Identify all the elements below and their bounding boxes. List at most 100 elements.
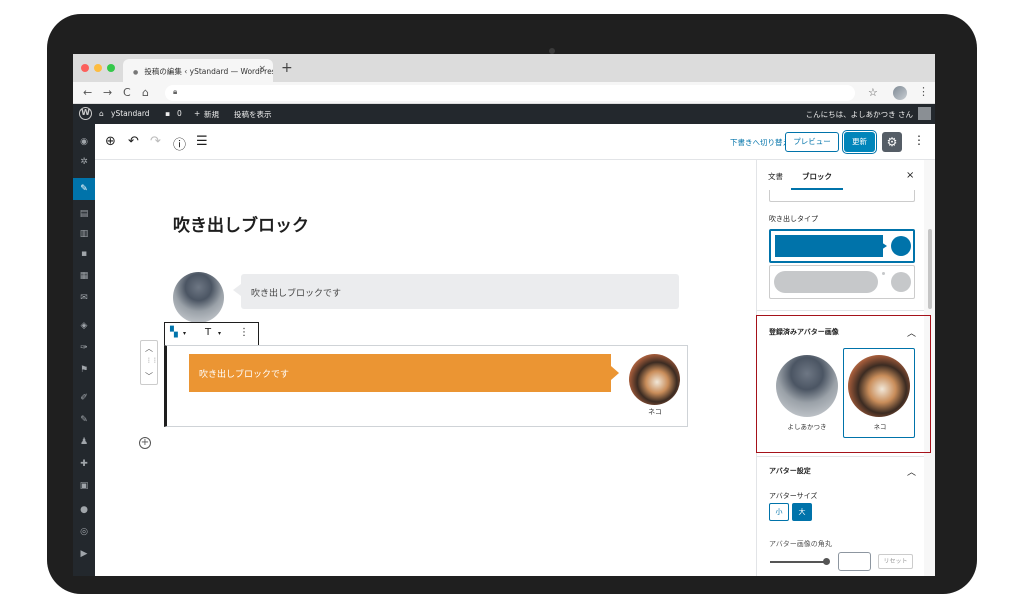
balloon-type-label: 吹き出しタイプ xyxy=(769,215,818,223)
new-tab-button[interactable]: + xyxy=(281,60,293,76)
avatar-yoshiakatsuki-image xyxy=(776,355,838,417)
avatar-name-yoshiakatsuki: よしあかつき xyxy=(787,423,827,431)
close-window-button[interactable] xyxy=(81,64,89,72)
home-icon[interactable]: ⌂ xyxy=(142,86,149,99)
comments-icon[interactable]: ▪ xyxy=(78,248,90,260)
maximize-window-button[interactable] xyxy=(107,64,115,72)
switch-to-draft-link[interactable]: 下書きへ切り替え xyxy=(730,137,790,148)
user-greeting[interactable]: こんにちは、よしあかつき さん xyxy=(806,109,913,120)
info-icon[interactable]: ⓘ xyxy=(173,134,186,153)
balloon-type-option-think[interactable] xyxy=(769,265,915,299)
lock-icon: 🔒︎ xyxy=(173,87,178,96)
brush-icon[interactable]: ✐ xyxy=(78,392,90,404)
avatar-size-small-button[interactable]: 小 xyxy=(769,503,789,521)
bookmark-star-icon[interactable]: ☆ xyxy=(868,86,878,99)
plugin-icon[interactable]: ✎ xyxy=(78,414,90,426)
view-post-link[interactable]: 投稿を表示 xyxy=(234,109,272,120)
update-button[interactable]: 更新 xyxy=(844,132,875,152)
layers-icon[interactable]: ◈ xyxy=(78,320,90,332)
undo-icon[interactable]: ↶ xyxy=(128,134,139,149)
balloon-block-2[interactable]: 吹き出しブロックです xyxy=(189,354,619,392)
block-type-chevron-icon[interactable]: ▾ xyxy=(183,330,186,337)
post-title[interactable]: 吹き出しブロック xyxy=(173,211,309,236)
play-circle-icon[interactable]: ▶ xyxy=(78,548,90,560)
scrollbar-thumb[interactable] xyxy=(928,229,932,309)
think-avatar-dot xyxy=(891,272,911,292)
align-chevron-icon[interactable]: ▾ xyxy=(218,330,221,337)
users-icon[interactable]: ♟ xyxy=(78,436,90,448)
tab-document[interactable]: 文書 xyxy=(768,171,783,182)
radius-slider-track[interactable] xyxy=(770,561,825,563)
more-options-icon[interactable]: ⋮ xyxy=(913,133,925,147)
browser-toolbar: ← → C ⌂ 🔒︎ ☆ ⋮ xyxy=(73,82,935,104)
appearance-icon[interactable]: ✑ xyxy=(78,342,90,354)
editor-header: ⊕ ↶ ↷ ⓘ ☰ 下書きへ切り替え プレビュー 更新 ⚙ ⋮ xyxy=(95,124,935,160)
browser-tab-bar: ● 投稿の編集 ‹ yStandard — WordPress × + xyxy=(73,54,935,82)
registered-avatar-label: 登録済みアバター画像 xyxy=(769,328,839,336)
balloon-text: 吹き出しブロックです xyxy=(199,370,290,380)
site-name-link[interactable]: yStandard xyxy=(111,109,150,118)
wp-admin-bar: W ⌂ yStandard ▪ 0 + 新規 投稿を表示 こんにちは、よしあかつ… xyxy=(73,104,935,124)
settings-grid-icon[interactable]: ▣ xyxy=(78,480,90,492)
new-content-link[interactable]: 新規 xyxy=(204,109,219,120)
minimize-window-button[interactable] xyxy=(94,64,102,72)
comments-count[interactable]: 0 xyxy=(177,109,182,118)
avatar-settings-label: アバター設定 xyxy=(769,467,811,475)
inserter-plus-icon[interactable]: + xyxy=(139,437,151,449)
radius-number-input[interactable] xyxy=(838,552,871,571)
browser-tab[interactable]: ● 投稿の編集 ‹ yStandard — WordPress × xyxy=(123,59,273,82)
tab-block[interactable]: ブロック xyxy=(802,171,832,182)
forms-icon[interactable]: ▦ xyxy=(78,270,90,282)
block-more-icon[interactable]: ⋮ xyxy=(239,327,249,338)
panel-divider xyxy=(757,310,924,311)
back-icon[interactable]: ← xyxy=(83,86,92,99)
balloon-type-option-solid[interactable] xyxy=(769,229,915,263)
reload-icon[interactable]: C xyxy=(123,86,131,99)
balloon-block-type-icon[interactable]: ▚ xyxy=(170,327,178,338)
browser-menu-icon[interactable]: ⋮ xyxy=(918,85,929,98)
chevron-up-icon[interactable]: ︿ xyxy=(907,465,916,478)
think-bar-preview xyxy=(774,271,878,293)
profile-avatar[interactable] xyxy=(893,86,907,100)
address-input[interactable]: 🔒︎ xyxy=(165,85,855,101)
wordpress-favicon-icon: ● xyxy=(133,69,139,76)
forward-icon[interactable]: → xyxy=(103,86,112,99)
redo-icon[interactable]: ↷ xyxy=(150,134,161,149)
avatar-name: ネコ xyxy=(648,408,662,416)
drag-handle-icon[interactable]: ⋮⋮ xyxy=(146,357,158,364)
user-avatar[interactable] xyxy=(918,107,931,120)
wordpress-logo-icon[interactable]: W xyxy=(79,107,92,120)
seo-circle-icon[interactable]: ◎ xyxy=(78,526,90,538)
add-block-icon[interactable]: ⊕ xyxy=(105,134,116,149)
avatar-size-large-button[interactable]: 大 xyxy=(792,503,812,521)
sidebar-close-icon[interactable]: × xyxy=(906,170,914,181)
posts-pin-icon[interactable]: ✎ xyxy=(73,178,95,200)
pages-icon[interactable]: ▥ xyxy=(78,228,90,240)
plugins-icon[interactable]: ⚑ xyxy=(78,364,90,376)
tools-wrench-icon[interactable]: ✚ xyxy=(78,458,90,470)
avatar-neko-image xyxy=(848,355,910,417)
mail-icon[interactable]: ✉ xyxy=(78,292,90,304)
registered-avatar-yoshiakatsuki[interactable]: よしあかつき xyxy=(770,348,842,438)
radius-reset-button[interactable]: リセット xyxy=(878,554,913,569)
previous-option-box[interactable] xyxy=(769,190,915,202)
avatar-size-label: アバターサイズ xyxy=(769,492,818,500)
radius-slider-handle[interactable] xyxy=(823,558,830,565)
think-dot-small xyxy=(882,272,885,275)
chevron-up-icon[interactable]: ︿ xyxy=(907,326,916,339)
move-down-icon[interactable]: ﹀ xyxy=(145,371,153,382)
avatar-name-neko: ネコ xyxy=(873,423,887,431)
preview-button[interactable]: プレビュー xyxy=(785,132,839,152)
outline-icon[interactable]: ☰ xyxy=(196,134,208,149)
dashboard-icon[interactable]: ◉ xyxy=(78,136,90,148)
tab-close-icon[interactable]: × xyxy=(258,64,266,74)
registered-avatar-neko[interactable]: ネコ xyxy=(843,348,915,438)
comment-icon[interactable]: ▪ xyxy=(165,109,170,118)
vertical-align-icon[interactable]: T xyxy=(205,327,211,338)
plugin-circle-icon[interactable]: ● xyxy=(78,504,90,516)
media-icon[interactable]: ▤ xyxy=(78,208,90,220)
balloon-block-1[interactable]: 吹き出しブロックです xyxy=(233,274,679,309)
settings-gear-button[interactable]: ⚙ xyxy=(882,132,902,152)
settings-gear-icon[interactable]: ✲ xyxy=(78,156,90,168)
move-up-icon[interactable]: ︿ xyxy=(145,343,153,354)
